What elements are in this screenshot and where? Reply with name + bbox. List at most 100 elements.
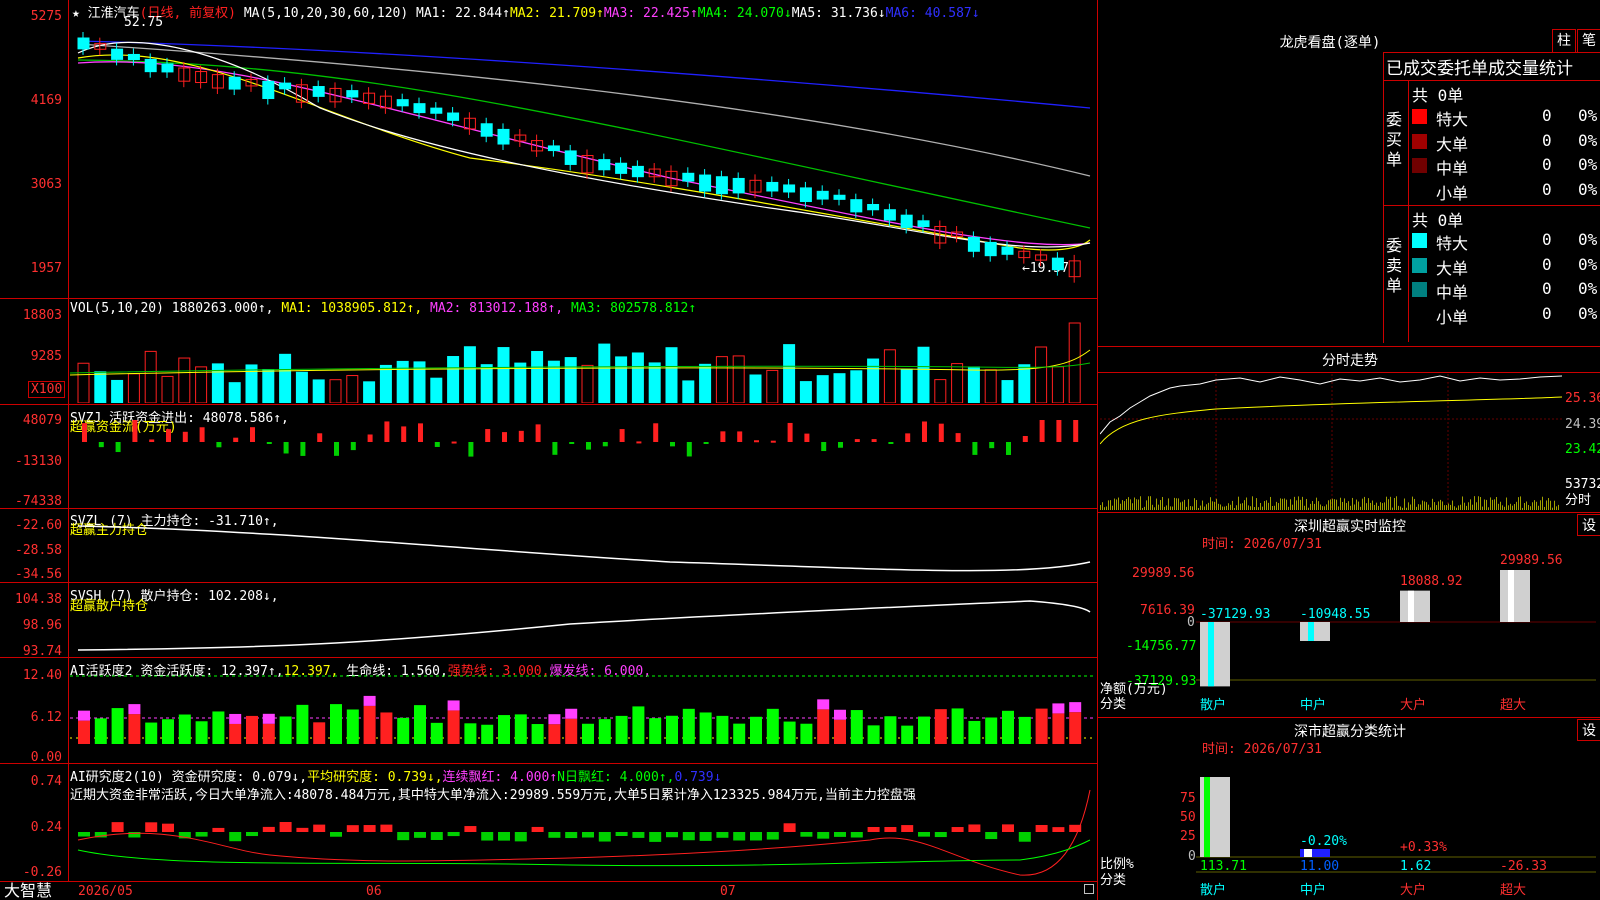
ai2-bar bbox=[447, 832, 460, 837]
svzj-bar bbox=[888, 442, 894, 444]
intraday-vol-bar bbox=[1512, 505, 1513, 510]
ai1-bar bbox=[145, 722, 158, 744]
intraday-vol-bar bbox=[1184, 499, 1185, 510]
intraday-vol-bar bbox=[1142, 507, 1143, 510]
ai2-axis-tick: 0.74 bbox=[30, 774, 62, 789]
ai2-bar bbox=[162, 823, 174, 832]
price-axis-tick: 1957 bbox=[30, 261, 62, 276]
candle-body bbox=[598, 159, 611, 171]
stat-n: 0 bbox=[1542, 155, 1552, 174]
tick-view-button[interactable]: 笔 bbox=[1577, 29, 1600, 53]
intraday-vol-bar bbox=[1206, 504, 1207, 510]
ai2-bar bbox=[78, 832, 90, 837]
candlestick-chart[interactable] bbox=[70, 18, 1096, 296]
monitor-bar-highlight bbox=[1308, 622, 1314, 641]
svzj-bar bbox=[401, 426, 407, 442]
intraday-vol-bar bbox=[1552, 507, 1553, 510]
monitor-settings-button[interactable]: 设 bbox=[1577, 514, 1600, 536]
ai1-bar bbox=[699, 712, 712, 744]
intraday-vol-bar bbox=[1230, 504, 1231, 510]
intraday-vol-bar bbox=[1508, 505, 1509, 510]
vol-unit-badge[interactable]: X100 bbox=[28, 381, 66, 398]
intraday-vol-bar bbox=[1126, 498, 1127, 510]
intraday-vol-bar bbox=[1228, 503, 1229, 510]
vol-header: VOL(5,10,20) 1880263.000↑, MA1: 1038905.… bbox=[70, 301, 696, 316]
svzl-chart bbox=[77, 525, 1091, 572]
volume-bar bbox=[430, 377, 443, 403]
classify-bar bbox=[1304, 849, 1312, 857]
svzj-bar bbox=[922, 421, 927, 442]
svzj-bar bbox=[485, 429, 491, 442]
volume-bar bbox=[1051, 366, 1064, 403]
ai2-bar bbox=[313, 824, 326, 832]
lock-icon[interactable] bbox=[1084, 884, 1094, 894]
intraday-vol-bar bbox=[1350, 505, 1351, 510]
svzj-bar bbox=[82, 423, 87, 442]
ai1-bar bbox=[78, 720, 90, 744]
intraday-vol-bar bbox=[1222, 506, 1223, 510]
intraday-vol-bar bbox=[1158, 504, 1159, 510]
ai1-bar bbox=[716, 715, 729, 744]
stat-p: 0% bbox=[1578, 303, 1598, 323]
ai1-bar bbox=[582, 723, 594, 744]
intraday-vol-bar bbox=[1334, 499, 1335, 510]
ai2-bar bbox=[548, 832, 561, 838]
ai2-bar bbox=[330, 832, 342, 837]
svzj-bar bbox=[552, 442, 558, 455]
intraday-vol-bar bbox=[1314, 503, 1315, 510]
intraday-vol-bar bbox=[1156, 498, 1157, 510]
classify-category: 中户 bbox=[1300, 883, 1327, 898]
ai1-axis-tick: 0.00 bbox=[30, 750, 62, 765]
stat-n: 0 bbox=[1542, 130, 1552, 150]
intraday-vol-bar bbox=[1486, 499, 1487, 510]
color-swatch bbox=[1412, 158, 1427, 173]
intraday-vol-bar bbox=[1178, 498, 1179, 510]
intraday-vol-bar bbox=[1412, 496, 1413, 510]
monitor-title: 深圳超赢实时监控 bbox=[1294, 519, 1406, 535]
monitor-bar-value: -10948.55 bbox=[1300, 607, 1371, 622]
intraday-vol-bar bbox=[1208, 502, 1209, 510]
svzj-bar bbox=[300, 442, 306, 456]
intraday-vol-bar bbox=[1386, 496, 1387, 510]
ai2-bar bbox=[397, 832, 410, 841]
intraday-vol-bar bbox=[1530, 506, 1531, 510]
volume-bar bbox=[665, 347, 678, 403]
candle-body bbox=[564, 150, 577, 165]
classify-axis-tick: 25 bbox=[1180, 829, 1196, 844]
intraday-vol-bar bbox=[1424, 501, 1425, 510]
ai2-bar bbox=[464, 826, 477, 832]
intraday-vol-bar bbox=[1446, 505, 1447, 510]
intraday-vol-bar bbox=[1116, 499, 1117, 510]
ai1-peak bbox=[363, 695, 376, 706]
ai1-bar bbox=[598, 719, 611, 744]
ai1-bar bbox=[246, 715, 258, 744]
ai2-bar bbox=[615, 832, 628, 837]
volume-bar bbox=[363, 381, 376, 403]
ai1-bar bbox=[262, 723, 275, 744]
intraday-vol-bar bbox=[1192, 506, 1193, 510]
candle-body bbox=[850, 199, 863, 213]
intraday-vol-bar bbox=[1466, 505, 1467, 510]
svzj-bar bbox=[838, 442, 843, 448]
intraday-axis-tick: 25.36 bbox=[1565, 391, 1600, 406]
column-view-button[interactable]: 柱 bbox=[1552, 29, 1576, 53]
intraday-vol-bar bbox=[1382, 503, 1383, 510]
classify-bar-value: 113.71 bbox=[1200, 859, 1247, 874]
volume-bar bbox=[312, 379, 325, 403]
stat-p: 0% bbox=[1578, 155, 1598, 174]
intraday-vol-bar bbox=[1494, 499, 1495, 510]
intraday-vol-bar bbox=[1474, 496, 1475, 510]
classify-settings-button[interactable]: 设 bbox=[1577, 719, 1600, 741]
intraday-vol-bar bbox=[1540, 500, 1541, 510]
intraday-vol-bar bbox=[1214, 501, 1215, 510]
ai2-bar bbox=[296, 827, 309, 832]
intraday-vol-bar bbox=[1328, 500, 1329, 510]
candle-body bbox=[396, 99, 409, 107]
intraday-vol-bar bbox=[1388, 499, 1389, 510]
intraday-vol-bar bbox=[1162, 496, 1163, 510]
intraday-vol-bar bbox=[1188, 499, 1189, 510]
svzj-bar bbox=[586, 442, 591, 450]
volume-bar bbox=[1018, 364, 1031, 403]
ai1-bar bbox=[733, 723, 746, 744]
ai2-bar bbox=[985, 832, 998, 840]
